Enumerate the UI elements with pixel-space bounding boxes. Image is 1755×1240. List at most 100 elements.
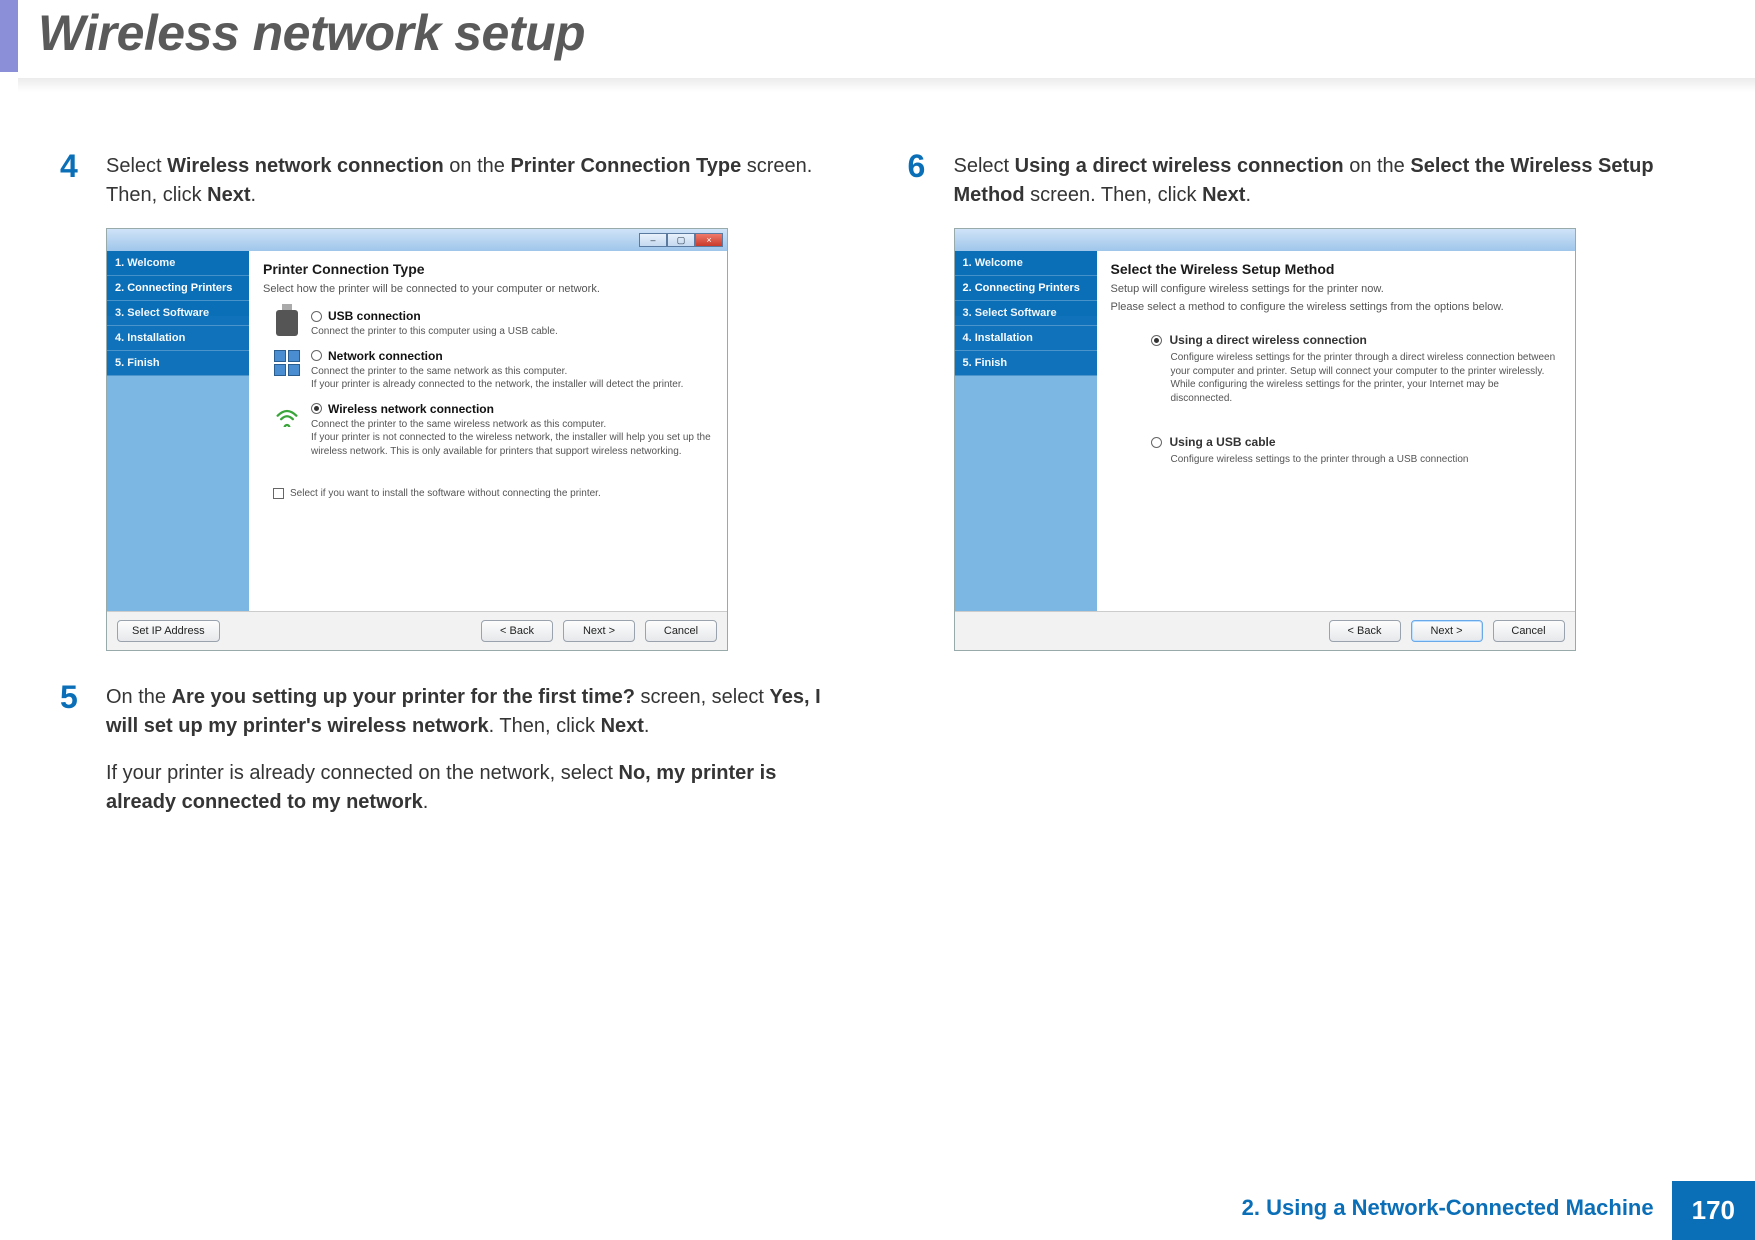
radio-usb-cable[interactable] xyxy=(1151,437,1162,448)
wifi-icon xyxy=(273,402,301,430)
window-titlebar: – ▢ × xyxy=(107,229,727,251)
t: . xyxy=(1245,184,1251,206)
sidebar-step-5: 5. Finish xyxy=(107,351,249,376)
t: On the xyxy=(106,686,172,708)
t: Select xyxy=(106,155,167,177)
sidebar-step-4: 4. Installation xyxy=(107,326,249,351)
sidebar-step-3: 3. Select Software xyxy=(955,301,1097,326)
right-column: 6 Select Using a direct wireless connect… xyxy=(908,150,1696,817)
titlebar-buttons: – ▢ × xyxy=(639,233,723,247)
close-button[interactable]: × xyxy=(695,233,723,247)
header-divider xyxy=(18,78,1755,92)
t: Wireless network connection xyxy=(328,402,494,416)
network-icon xyxy=(273,349,301,377)
t: on the xyxy=(444,155,511,177)
wizard-sidebar: 1. Welcome 2. Connecting Printers 3. Sel… xyxy=(955,251,1097,611)
installer-window-2: 1. Welcome 2. Connecting Printers 3. Sel… xyxy=(954,228,1576,651)
sidebar-step-2: 2. Connecting Printers xyxy=(955,276,1097,301)
t: Using a direct wireless connection xyxy=(1015,155,1344,177)
opt-content: Network connection Connect the printer t… xyxy=(311,349,713,392)
t: Select xyxy=(954,155,1015,177)
window-body: 1. Welcome 2. Connecting Printers 3. Sel… xyxy=(955,251,1575,611)
left-column: 4 Select Wireless network connection on … xyxy=(60,150,848,817)
radio-direct-wireless[interactable] xyxy=(1151,335,1162,346)
minimize-button[interactable]: – xyxy=(639,233,667,247)
back-button[interactable]: < Back xyxy=(1329,620,1401,642)
t: USB connection xyxy=(328,309,421,323)
step-5-number: 5 xyxy=(60,681,88,741)
t: . xyxy=(644,715,650,737)
radio-network[interactable] xyxy=(311,350,322,361)
t: Using a USB cable xyxy=(1170,435,1276,449)
wizard-bottom-bar: Set IP Address < Back Next > Cancel xyxy=(107,611,727,650)
step-5: 5 On the Are you setting up your printer… xyxy=(60,681,848,741)
opt-desc: Connect the printer to the same wireless… xyxy=(311,418,713,459)
option-wireless[interactable]: Wireless network connection Connect the … xyxy=(273,402,713,459)
window-titlebar xyxy=(955,229,1575,251)
next-button[interactable]: Next > xyxy=(1411,620,1483,642)
footer-page-number: 170 xyxy=(1672,1181,1755,1240)
maximize-button[interactable]: ▢ xyxy=(667,233,695,247)
installer-window-1: – ▢ × 1. Welcome 2. Connecting Printers … xyxy=(106,228,728,651)
t: . Then, click xyxy=(489,715,601,737)
option-direct-wireless[interactable]: Using a direct wireless connection Confi… xyxy=(1151,333,1561,405)
set-ip-button[interactable]: Set IP Address xyxy=(117,620,220,642)
step-6: 6 Select Using a direct wireless connect… xyxy=(908,150,1696,210)
wizard-pane: Printer Connection Type Select how the p… xyxy=(249,251,727,611)
opt-title: Wireless network connection xyxy=(311,402,713,416)
nav-buttons: < Back Next > Cancel xyxy=(481,620,717,642)
option-usb[interactable]: USB connection Connect the printer to th… xyxy=(273,309,713,339)
t: Printer Connection Type xyxy=(510,155,741,177)
sidebar-step-1: 1. Welcome xyxy=(107,251,249,276)
t: Network connection xyxy=(328,349,443,363)
pane-subtitle: Select how the printer will be connected… xyxy=(263,283,713,295)
pane-sub2: Please select a method to configure the … xyxy=(1111,301,1561,313)
t: Using a direct wireless connection xyxy=(1170,333,1367,347)
sidebar-step-2: 2. Connecting Printers xyxy=(107,276,249,301)
t: . xyxy=(251,184,257,206)
t: screen. Then, click xyxy=(1025,184,1202,206)
header-accent xyxy=(0,0,18,72)
wizard-pane: Select the Wireless Setup Method Setup w… xyxy=(1097,251,1575,611)
option-network[interactable]: Network connection Connect the printer t… xyxy=(273,349,713,392)
install-without-connect-row: Select if you want to install the softwa… xyxy=(273,488,713,499)
radio-usb[interactable] xyxy=(311,311,322,322)
opt-content: Wireless network connection Connect the … xyxy=(311,402,713,459)
radio-wireless[interactable] xyxy=(311,403,322,414)
next-button[interactable]: Next > xyxy=(563,620,635,642)
window-body: 1. Welcome 2. Connecting Printers 3. Sel… xyxy=(107,251,727,611)
option-usb-cable[interactable]: Using a USB cable Configure wireless set… xyxy=(1151,435,1561,467)
t: on the xyxy=(1344,155,1411,177)
sidebar-step-4: 4. Installation xyxy=(955,326,1097,351)
opt-title: USB connection xyxy=(311,309,713,323)
wizard-bottom-bar: < Back Next > Cancel xyxy=(955,611,1575,650)
back-button[interactable]: < Back xyxy=(481,620,553,642)
cancel-button[interactable]: Cancel xyxy=(1493,620,1565,642)
t: Wireless network connection xyxy=(167,155,444,177)
opt-desc: Connect the printer to this computer usi… xyxy=(311,325,713,339)
nav-buttons: < Back Next > Cancel xyxy=(1329,620,1565,642)
opt-desc: Configure wireless settings for the prin… xyxy=(1171,351,1561,405)
step-4-text: Select Wireless network connection on th… xyxy=(106,150,848,210)
step-6-text: Select Using a direct wireless connectio… xyxy=(954,150,1696,210)
t: If your printer is already connected on … xyxy=(106,762,619,784)
usb-icon xyxy=(273,309,301,337)
step-4: 4 Select Wireless network connection on … xyxy=(60,150,848,210)
pane-sub1: Setup will configure wireless settings f… xyxy=(1111,283,1561,295)
cancel-button[interactable]: Cancel xyxy=(645,620,717,642)
pane-title: Select the Wireless Setup Method xyxy=(1111,261,1561,277)
t: Next xyxy=(207,184,250,206)
t: Are you setting up your printer for the … xyxy=(172,686,635,708)
sidebar-step-1: 1. Welcome xyxy=(955,251,1097,276)
step-4-number: 4 xyxy=(60,150,88,210)
opt-desc: Connect the printer to the same network … xyxy=(311,365,713,392)
opt-content: USB connection Connect the printer to th… xyxy=(311,309,713,339)
opt-title: Using a USB cable xyxy=(1151,435,1561,449)
pane-title: Printer Connection Type xyxy=(263,261,713,277)
content-columns: 4 Select Wireless network connection on … xyxy=(60,150,1695,817)
opt-title: Using a direct wireless connection xyxy=(1151,333,1561,347)
page-title: Wireless network setup xyxy=(38,4,585,62)
checkbox-install-without-connect[interactable] xyxy=(273,488,284,499)
t: . xyxy=(423,791,429,813)
page-footer: 2. Using a Network-Connected Machine 170 xyxy=(1224,1181,1755,1240)
